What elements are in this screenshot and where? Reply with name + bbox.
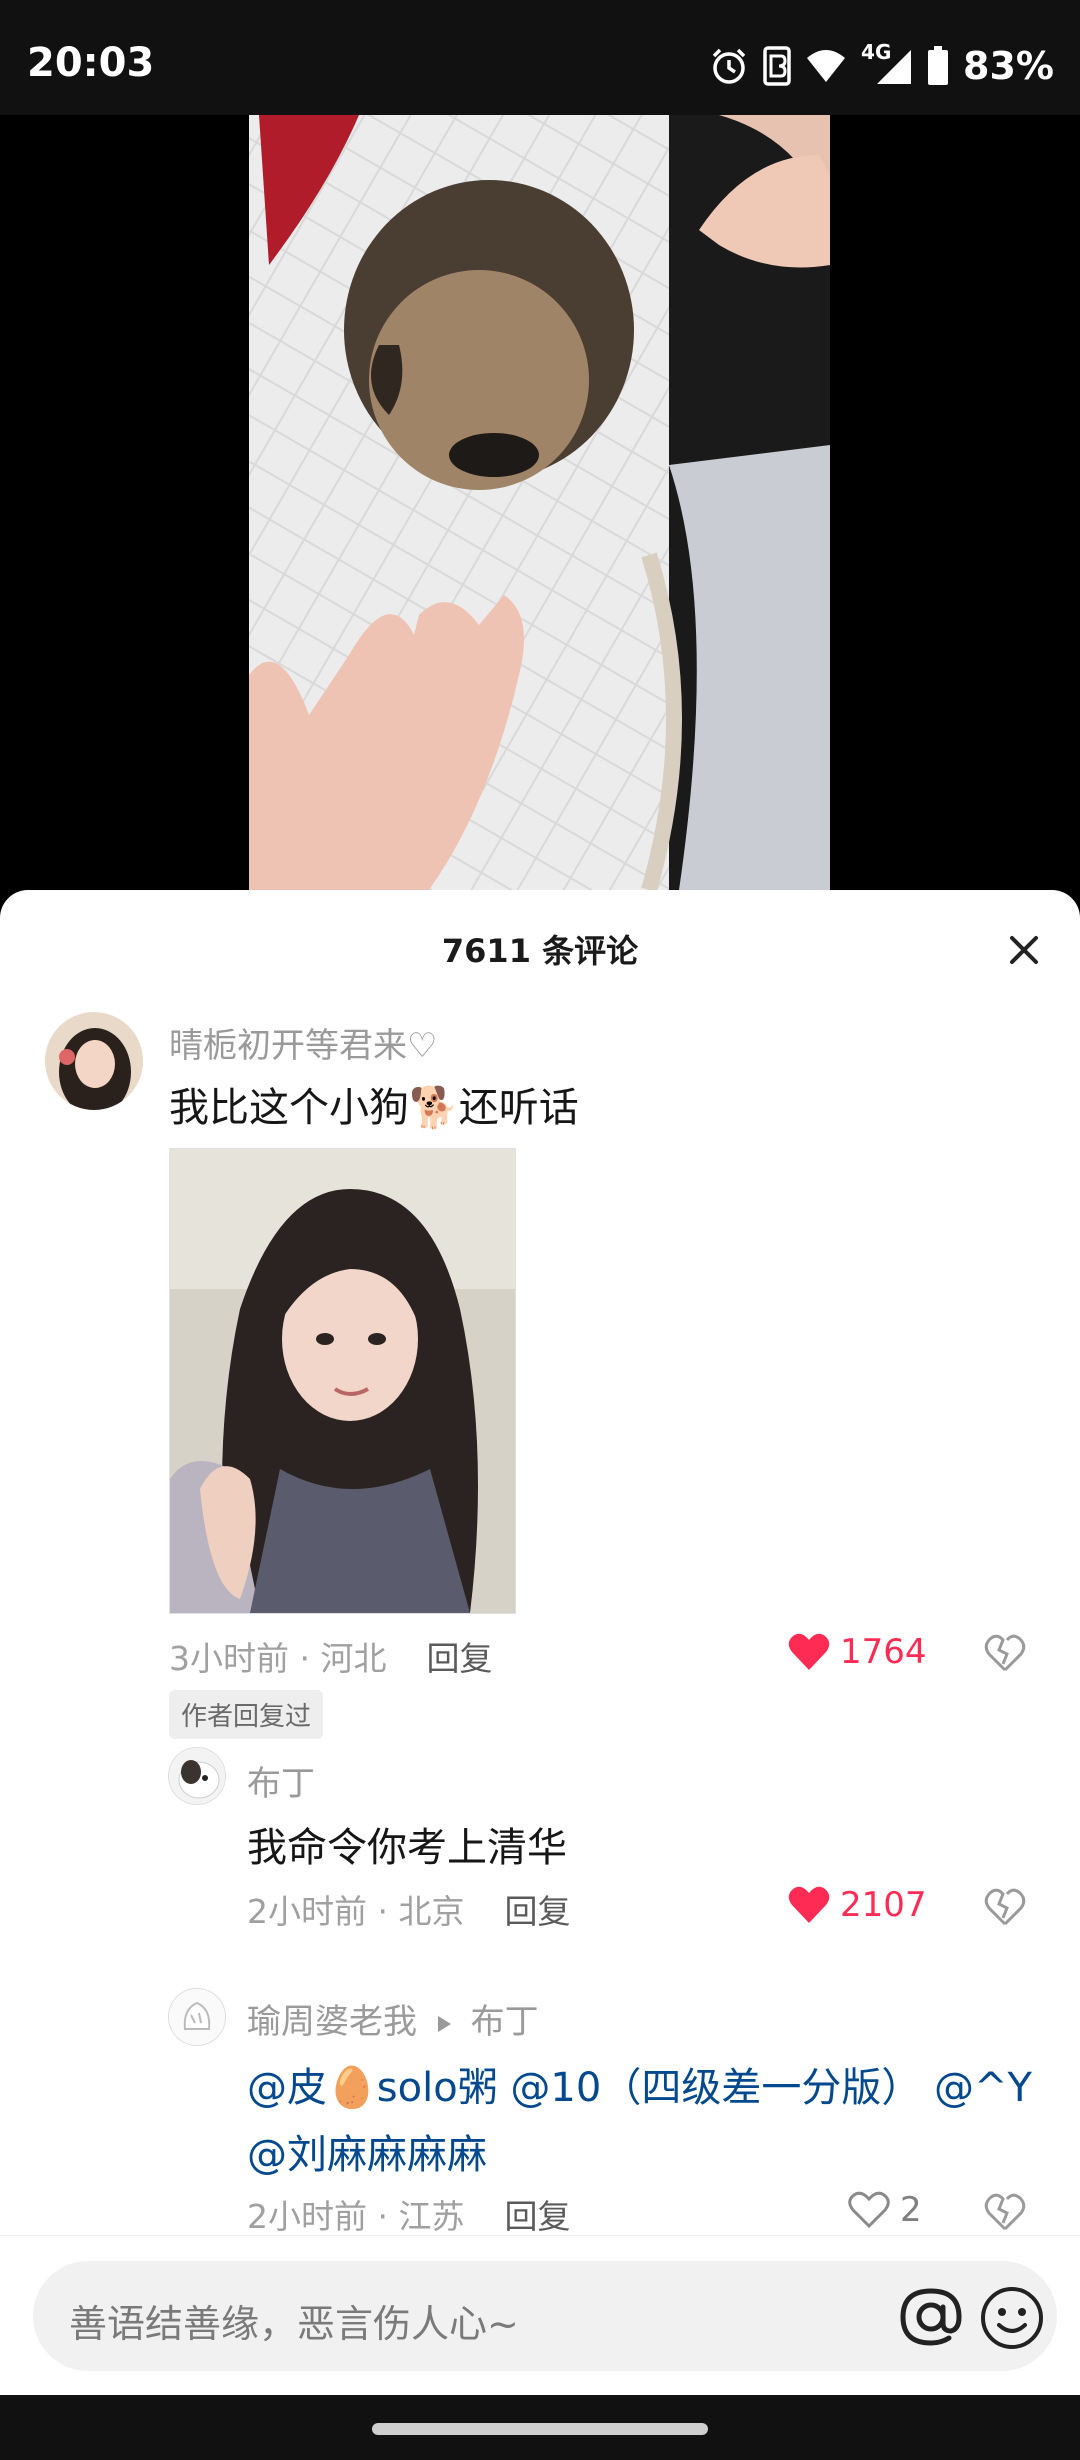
avatar[interactable] [168, 1747, 226, 1805]
reply-button[interactable]: 回复 [426, 1639, 492, 1678]
like-count: 2 [900, 2190, 922, 2230]
like-button[interactable]: 1764 [788, 1632, 927, 1672]
close-icon[interactable] [1000, 926, 1048, 974]
status-bar: 20:03 4G 83% [0, 0, 1080, 115]
dislike-icon[interactable] [983, 1884, 1027, 1928]
reply-meta: 2小时前 · 北京 回复 [247, 1885, 570, 1933]
like-button[interactable]: 2 [848, 2190, 922, 2230]
emoji-icon[interactable] [979, 2285, 1045, 2351]
avatar[interactable] [45, 1012, 143, 1110]
comment-time-location: 3小时前 · 河北 [169, 1639, 387, 1678]
reply-username[interactable]: 瑜周婆老我 [247, 2002, 417, 2042]
video-frame[interactable] [249, 115, 830, 890]
comment-image[interactable] [169, 1148, 516, 1614]
reply-time-location: 2小时前 · 北京 [247, 1892, 465, 1931]
dislike-icon[interactable] [983, 2189, 1027, 2233]
reply-username[interactable]: 布丁 [247, 1756, 315, 1805]
comment-input-placeholder: 善语结善缘，恶言伤人心~ [69, 2302, 519, 2346]
reply-arrow-icon [437, 2015, 451, 2032]
reply-to-username[interactable]: 布丁 [471, 2002, 539, 2042]
sheet-header: 7611 条评论 [0, 890, 1080, 1005]
reply-mentions-line1[interactable]: @皮🥚solo粥 @10（四级差一分版） @^Y [247, 2055, 1032, 2113]
dislike-icon[interactable] [983, 1630, 1027, 1674]
data-saver-icon [763, 46, 791, 86]
comment-input-bar: 善语结善缘，恶言伤人心~ [0, 2235, 1080, 2396]
avatar[interactable] [168, 1988, 226, 2046]
battery-icon [928, 46, 949, 85]
like-count: 2107 [840, 1885, 927, 1925]
mention-at-icon[interactable] [895, 2281, 967, 2353]
status-icons: 4G 83% [709, 40, 1054, 92]
battery-percent: 83% [963, 44, 1054, 88]
reply-mentions-line2[interactable]: @刘麻麻麻麻 [247, 2122, 487, 2180]
system-nav-bar [0, 2395, 1080, 2460]
heart-outline-icon [848, 2191, 890, 2229]
heart-filled-icon [788, 1886, 830, 1923]
video-player[interactable] [0, 115, 1080, 890]
reply-button[interactable]: 回复 [504, 2197, 570, 2236]
comment-count-title: 7611 条评论 [441, 932, 639, 970]
comment-text: 我比这个小狗🐕还听话 [169, 1085, 579, 1131]
wifi-icon [807, 50, 846, 82]
reply-meta: 2小时前 · 江苏 回复 [247, 2190, 570, 2238]
reply-username-line: 瑜周婆老我 布丁 [247, 1994, 539, 2043]
heart-filled-icon [788, 1633, 830, 1670]
like-count: 1764 [840, 1632, 927, 1672]
status-time: 20:03 [27, 40, 155, 86]
comment-input[interactable]: 善语结善缘，恶言伤人心~ [33, 2261, 1057, 2371]
puppy-video-image [249, 115, 830, 890]
reply-time-location: 2小时前 · 江苏 [247, 2197, 465, 2236]
reply-button[interactable]: 回复 [504, 1892, 570, 1931]
home-gesture-handle[interactable] [372, 2423, 708, 2435]
alarm-icon [712, 48, 746, 84]
author-replied-badge: 作者回复过 [169, 1690, 324, 1739]
comment-username[interactable]: 晴栀初开等君来♡ [169, 1018, 437, 1067]
signal-icon: 4G [861, 40, 913, 86]
reply-text: 我命令你考上清华 [247, 1825, 567, 1871]
comments-sheet: 7611 条评论 晴栀初开等君来♡ 我比这个小狗🐕还听话 3小时前 · 河北 回… [0, 890, 1080, 2395]
like-button[interactable]: 2107 [788, 1885, 927, 1925]
comment-meta: 3小时前 · 河北 回复 [169, 1632, 492, 1680]
